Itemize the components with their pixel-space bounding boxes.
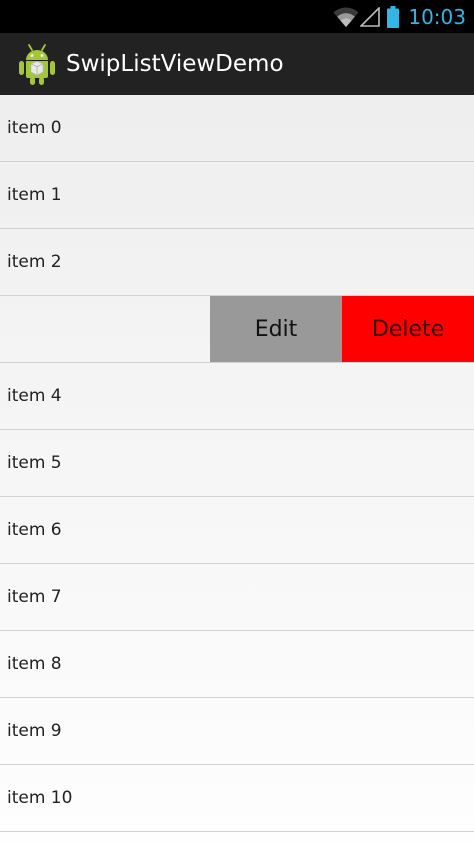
swipe-list[interactable]: item 0 item 1 item 2 Edit Delete item 4 … [0,95,474,832]
list-item-label: item 1 [7,185,62,205]
list-item[interactable]: item 6 [0,497,474,564]
status-bar: 10:03 [0,0,474,33]
list-item[interactable]: item 1 [0,162,474,229]
list-item[interactable]: item 10 [0,765,474,832]
status-icons: 10:03 [333,0,466,33]
list-item-swiped[interactable]: Edit Delete [0,296,474,363]
list-item-label: item 6 [7,520,62,540]
list-item-label: item 9 [7,721,62,741]
list-item[interactable]: item 4 [0,363,474,430]
edit-button[interactable]: Edit [210,296,342,362]
list-item[interactable]: item 5 [0,430,474,497]
list-item-label: item 0 [7,118,62,138]
wifi-icon [333,6,359,27]
delete-button[interactable]: Delete [342,296,474,362]
list-item[interactable]: item 2 [0,229,474,296]
android-icon[interactable] [18,42,56,86]
action-bar: SwipListViewDemo [0,33,474,95]
list-item-label: item 10 [7,788,73,808]
list-item-label: item 8 [7,654,62,674]
list-item[interactable]: item 7 [0,564,474,631]
app-title: SwipListViewDemo [66,51,284,77]
list-item-label: item 2 [7,252,62,272]
battery-icon [387,5,400,28]
cell-signal-icon [360,6,381,27]
list-item[interactable]: item 8 [0,631,474,698]
swipe-actions: Edit Delete [210,296,474,362]
list-item-label: item 7 [7,587,62,607]
list-item[interactable]: item 0 [0,95,474,162]
status-clock: 10:03 [408,4,466,29]
list-item-label: item 5 [7,453,62,473]
list-item-label: item 4 [7,386,62,406]
list-item[interactable]: item 9 [0,698,474,765]
